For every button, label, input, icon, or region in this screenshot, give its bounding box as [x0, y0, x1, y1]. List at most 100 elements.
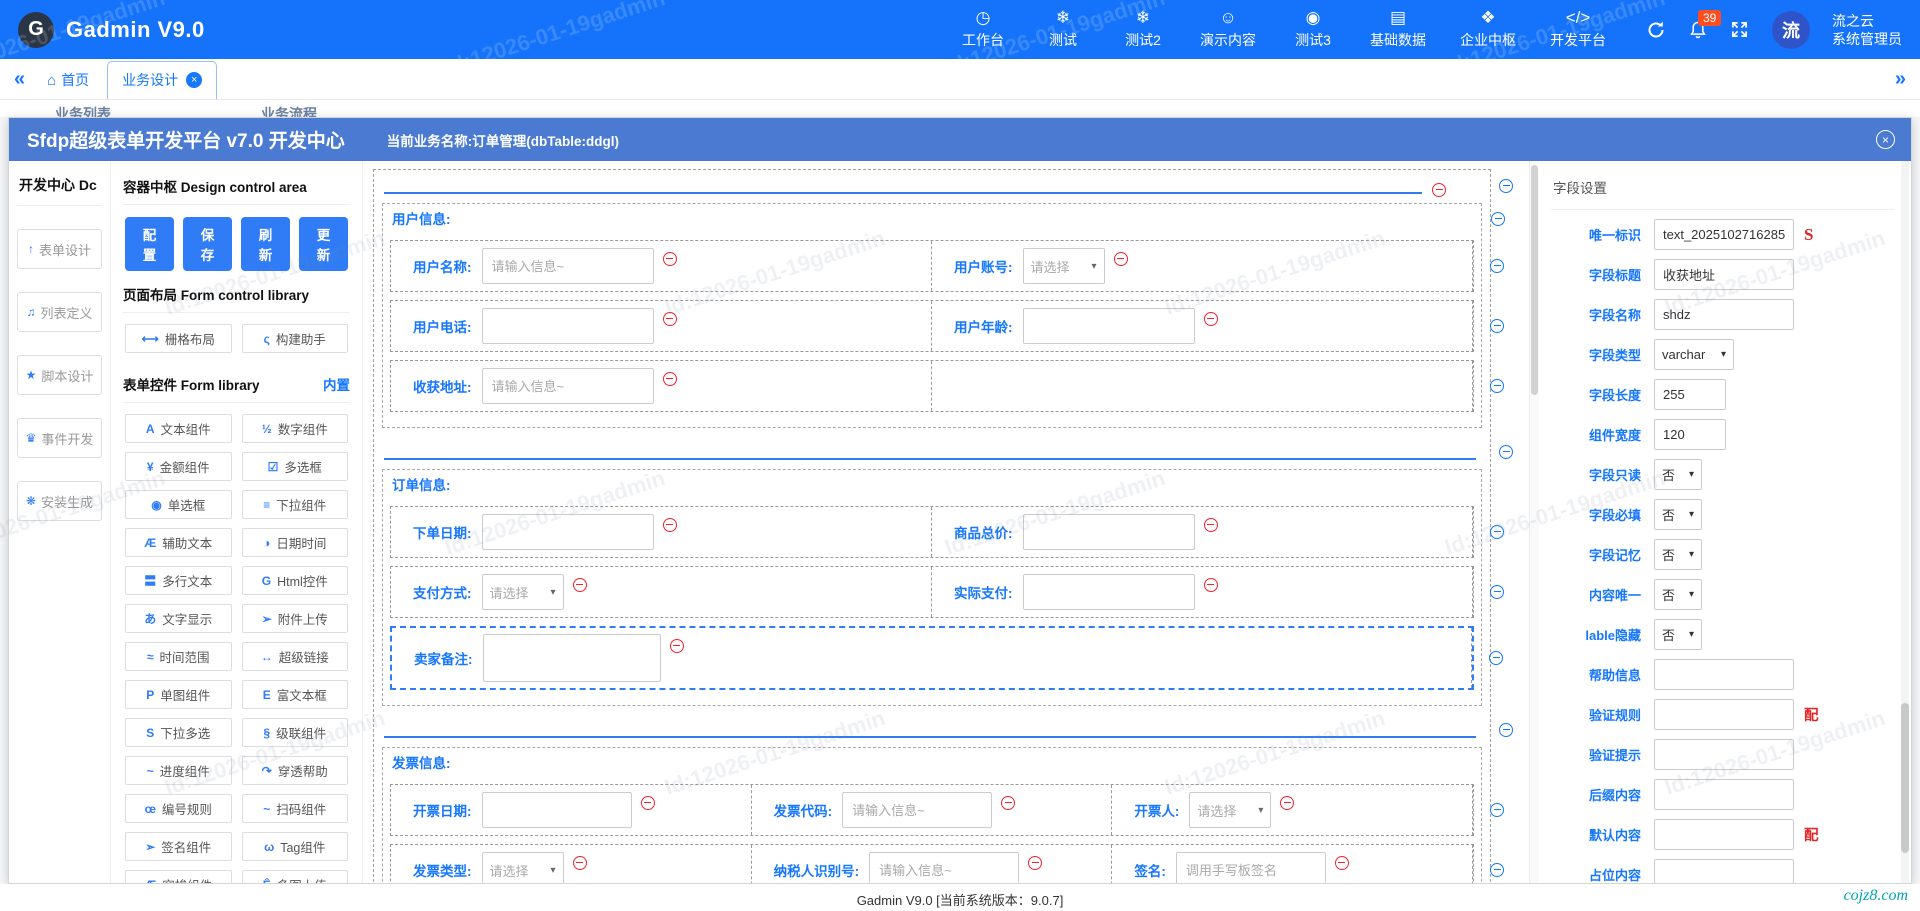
- user-avatar[interactable]: 流: [1772, 10, 1810, 49]
- remove-row-icon[interactable]: [1490, 803, 1504, 817]
- library-item[interactable]: ~ 进度组件: [125, 756, 232, 785]
- remove-field-icon[interactable]: [1280, 796, 1295, 810]
- library-item[interactable]: G Html控件: [241, 566, 348, 595]
- grid-row[interactable]: 用户名称: 用户账号: 请选择 ▾: [390, 240, 1504, 292]
- grid-row[interactable]: 用户电话: 用户年龄:: [390, 300, 1504, 352]
- remove-field-icon[interactable]: [662, 518, 677, 532]
- field-cell[interactable]: 开票日期:: [391, 785, 752, 835]
- field-setting-input[interactable]: [1654, 219, 1794, 250]
- background-tab-business-list[interactable]: 业务列表: [55, 104, 111, 117]
- canvas-field-input[interactable]: [1022, 514, 1195, 550]
- remove-row-icon[interactable]: [1491, 211, 1505, 226]
- field-cell[interactable]: 商品总价:: [932, 507, 1473, 557]
- field-cell[interactable]: 发票代码:: [752, 785, 1113, 835]
- top-nav-item[interactable]: ▤ 基础数据: [1370, 9, 1426, 50]
- remove-field-icon[interactable]: [572, 856, 587, 870]
- dev-nav-item[interactable]: ★ 脚本设计: [17, 355, 102, 395]
- canvas-field-input[interactable]: [1022, 574, 1195, 610]
- grid-row[interactable]: 开票日期: 发票代码: 开票人: 请选择 ▾: [390, 784, 1504, 836]
- library-item[interactable]: E 富文本框: [241, 680, 348, 709]
- remove-field-icon[interactable]: [1001, 796, 1016, 810]
- field-setting-select[interactable]: 否 ▾: [1654, 539, 1702, 570]
- dev-nav-item[interactable]: ❋ 安装生成: [17, 481, 102, 521]
- top-nav-item[interactable]: ◉ 测试3: [1290, 9, 1336, 50]
- divider-component[interactable]: [382, 438, 1513, 465]
- field-cell[interactable]: 用户电话:: [391, 301, 932, 351]
- form-group[interactable]: 发票信息: 开票日期: 发票代码: 开票人: 请选择 ▾ 发票类型: 请选择 ▾ 纳税人识别号: 签…: [382, 747, 1504, 883]
- remove-row-icon[interactable]: [1490, 259, 1504, 273]
- panel-scrollbar-thumb[interactable]: [1901, 703, 1909, 853]
- tab-home[interactable]: ⌂ 首页: [47, 70, 89, 90]
- panel-scrollbar[interactable]: [1901, 161, 1909, 883]
- top-nav-item[interactable]: </> 开发平台: [1550, 9, 1606, 50]
- field-setting-input[interactable]: [1654, 379, 1726, 410]
- library-item[interactable]: § 级联组件: [241, 718, 348, 747]
- field-setting-input[interactable]: [1654, 739, 1794, 770]
- field-cell[interactable]: 用户账号: 请选择 ▾: [932, 241, 1473, 291]
- remove-row-icon[interactable]: [1490, 863, 1504, 877]
- remove-field-icon[interactable]: [662, 312, 677, 326]
- top-nav-item[interactable]: ◷ 工作台: [960, 9, 1006, 50]
- remove-field-icon[interactable]: [1432, 183, 1446, 197]
- save-button[interactable]: 保存: [183, 217, 232, 271]
- dev-nav-item[interactable]: ♛ 事件开发: [17, 418, 102, 458]
- canvas-field-select[interactable]: 请选择 ▾: [481, 852, 564, 883]
- divider-component[interactable]: [382, 172, 1513, 199]
- library-item[interactable]: ◑ 日期时间: [241, 528, 348, 557]
- canvas-field-textarea[interactable]: [482, 634, 661, 682]
- library-item[interactable]: ➢ 附件上传: [241, 604, 348, 633]
- remove-field-icon[interactable]: [1203, 312, 1218, 326]
- library-item[interactable]: ≈ 时间范围: [125, 642, 232, 671]
- remove-row-icon[interactable]: [1499, 722, 1513, 737]
- field-setting-select[interactable]: 否 ▾: [1654, 579, 1702, 610]
- field-cell[interactable]: [932, 361, 1473, 411]
- grid-row[interactable]: 下单日期: 商品总价:: [390, 506, 1504, 558]
- background-tab-business-flow[interactable]: 业务流程: [261, 104, 317, 117]
- library-item[interactable]: ➣ 签名组件: [125, 832, 232, 861]
- field-setting-input[interactable]: [1654, 259, 1794, 290]
- library-item[interactable]: ≡ 下拉组件: [241, 490, 348, 519]
- library-item[interactable]: ↔ 超级链接: [241, 642, 348, 671]
- builtin-link[interactable]: 内置: [323, 374, 350, 394]
- library-item[interactable]: ½ 数字组件: [241, 414, 348, 443]
- form-group[interactable]: 订单信息: 下单日期: 商品总价: 支付方式: 请选择 ▾ 实际支付: 卖家备注:: [382, 469, 1504, 706]
- library-item[interactable]: ω Tag组件: [241, 832, 348, 861]
- library-item[interactable]: œ 编号规则: [125, 794, 232, 823]
- field-cell[interactable]: 用户名称:: [391, 241, 932, 291]
- top-nav-item[interactable]: ☺ 演示内容: [1200, 9, 1256, 50]
- top-nav-item[interactable]: ❖ 企业中枢: [1460, 9, 1516, 50]
- remove-field-icon[interactable]: [662, 372, 677, 386]
- remove-field-icon[interactable]: [572, 578, 587, 592]
- grid-row[interactable]: 支付方式: 请选择 ▾ 实际支付:: [390, 566, 1504, 618]
- library-item[interactable]: 〓多行文本: [125, 566, 232, 595]
- config-button[interactable]: 配置: [125, 217, 174, 271]
- field-cell[interactable]: 签名:: [1112, 845, 1474, 883]
- library-item[interactable]: Ê 多图上传: [241, 870, 348, 883]
- refresh-icon[interactable]: [1646, 20, 1666, 40]
- canvas-scrollbar-thumb[interactable]: [1531, 165, 1538, 395]
- remove-row-icon[interactable]: [1490, 585, 1504, 599]
- canvas-field-select[interactable]: 请选择 ▾: [481, 574, 564, 610]
- field-cell[interactable]: 纳税人识别号:: [752, 845, 1113, 883]
- field-cell[interactable]: 下单日期:: [391, 507, 932, 557]
- dev-nav-item[interactable]: ♫ 列表定义: [17, 292, 102, 332]
- form-group[interactable]: 用户信息: 用户名称: 用户账号: 请选择 ▾ 用户电话: 用户年龄: 收获地址:: [382, 203, 1505, 428]
- field-cell[interactable]: 卖家备注:: [392, 628, 1472, 688]
- tabs-scroll-right-icon[interactable]: »: [1895, 68, 1906, 91]
- divider-component[interactable]: [382, 716, 1513, 743]
- remove-field-icon[interactable]: [1203, 578, 1218, 592]
- field-setting-select[interactable]: varchar ▾: [1654, 339, 1734, 370]
- modal-close-icon[interactable]: ×: [1876, 130, 1895, 149]
- field-cell[interactable]: 支付方式: 请选择 ▾: [391, 567, 932, 617]
- library-item[interactable]: ↷ 穿透帮助: [241, 756, 348, 785]
- field-cell[interactable]: 实际支付:: [932, 567, 1473, 617]
- canvas-container[interactable]: 用户信息: 用户名称: 用户账号: 请选择 ▾ 用户电话: 用户年龄: 收获地址: 订单信息: 下…: [373, 169, 1513, 883]
- layout-button[interactable]: ⟷ 栅格布局: [125, 324, 232, 353]
- remove-field-icon[interactable]: [1334, 856, 1349, 870]
- field-setting-input[interactable]: [1654, 659, 1794, 690]
- field-cell[interactable]: 用户年龄:: [932, 301, 1473, 351]
- canvas-field-input[interactable]: [481, 368, 654, 404]
- update-button[interactable]: 更新: [299, 217, 348, 271]
- library-item[interactable]: ¥ 金额组件: [125, 452, 232, 481]
- configure-link[interactable]: 配: [1804, 704, 1819, 725]
